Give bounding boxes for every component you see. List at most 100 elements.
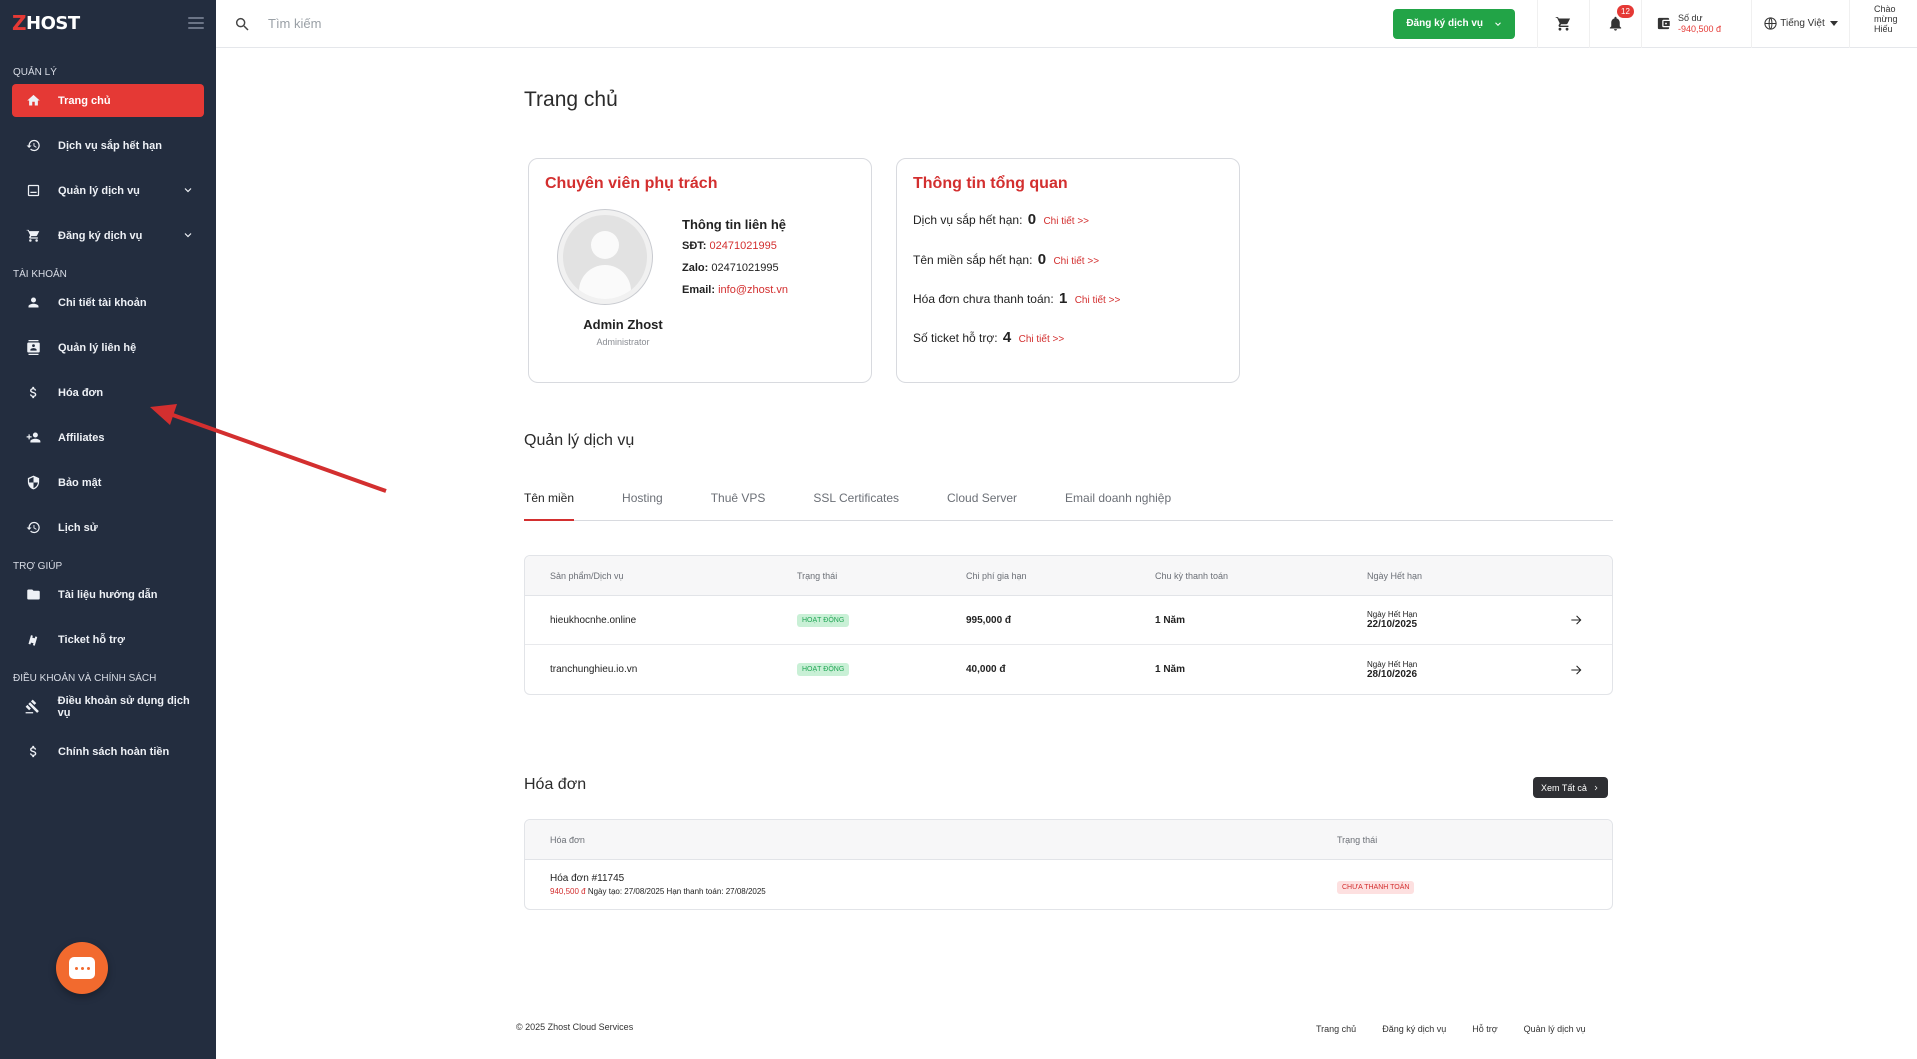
phone-label: SĐT: (682, 240, 707, 252)
sidebar-item-refund-policy[interactable]: Chính sách hoàn tiền (12, 735, 204, 768)
search-input[interactable] (268, 16, 568, 31)
footer-link-support[interactable]: Hỗ trợ (1472, 1024, 1497, 1034)
cart-button[interactable] (1537, 0, 1589, 48)
sidebar-item-label: Chi tiết tài khoản (58, 296, 147, 309)
tab-domains[interactable]: Tên miền (524, 490, 575, 521)
user-icon (18, 295, 48, 310)
phone-value[interactable]: 02471021995 (710, 240, 777, 252)
sidebar-item-home[interactable]: Trang chủ (12, 84, 204, 117)
sidebar-item-history[interactable]: Lịch sử (12, 511, 204, 544)
detail-link[interactable]: Chi tiết >> (1053, 256, 1099, 267)
contact-email: Email: info@zhost.vn (682, 284, 788, 296)
arrow-right-icon[interactable] (1547, 613, 1607, 627)
agent-card: Chuyên viên phụ trách Admin Zhost Admini… (528, 158, 872, 383)
dollar-icon (18, 385, 48, 400)
detail-link[interactable]: Chi tiết >> (1075, 295, 1121, 306)
sidebar-item-account-details[interactable]: Chi tiết tài khoản (12, 286, 204, 319)
invoice-amount: 940,500 đ (550, 887, 586, 896)
invoices-section-title: Hóa đơn (524, 776, 587, 793)
sidebar-item-label: Chính sách hoàn tiền (58, 745, 170, 758)
logo-mark: Z (12, 11, 27, 35)
tab-business-email[interactable]: Email doanh nghiệp (1065, 490, 1171, 521)
greeting-line: mừng (1874, 13, 1898, 24)
footer-link-home[interactable]: Trang chủ (1316, 1024, 1356, 1034)
sidebar-item-invoices[interactable]: Hóa đơn (12, 376, 204, 409)
status-badge: HOẠT ĐỘNG (797, 663, 850, 676)
overview-label: Tên miền sắp hết hạn: (913, 253, 1033, 267)
tab-cloud-server[interactable]: Cloud Server (947, 490, 1017, 521)
tab-vps[interactable]: Thuê VPS (711, 490, 766, 521)
chat-widget-button[interactable] (56, 942, 108, 994)
sidebar-item-manage-services[interactable]: Quản lý dịch vụ (12, 174, 204, 207)
sidebar-item-expiring-services[interactable]: Dịch vụ sắp hết hạn (12, 129, 204, 162)
table-row[interactable]: tranchunghieu.io.vn HOẠT ĐỘNG 40,000 đ 1… (525, 645, 1612, 694)
cart-icon (1555, 16, 1571, 31)
history-icon (18, 138, 48, 153)
gavel-icon (18, 699, 48, 714)
overview-label: Hóa đơn chưa thanh toán: (913, 292, 1054, 306)
tab-hosting[interactable]: Hosting (622, 490, 663, 521)
register-service-button[interactable]: Đăng ký dịch vụ (1393, 8, 1515, 39)
footer-link-manage-services[interactable]: Quản lý dịch vụ (1524, 1024, 1586, 1034)
folder-icon (18, 587, 48, 602)
section-title-manage: QUẢN LÝ (13, 67, 57, 78)
chevron-down-icon (182, 229, 194, 244)
email-link[interactable]: info@zhost.vn (718, 284, 788, 296)
notifications-button[interactable]: 12 (1589, 0, 1641, 48)
chevron-right-icon (1594, 785, 1598, 790)
column-header: Hóa đơn (550, 834, 585, 845)
product-name: tranchunghieu.io.vn (550, 664, 638, 675)
column-header: Trạng thái (797, 570, 838, 581)
sidebar-item-security[interactable]: Bảo mật (12, 466, 204, 499)
detail-link[interactable]: Chi tiết >> (1019, 334, 1065, 345)
table-row[interactable]: Hóa đơn #11745 940,500 đ Ngày tạo: 27/08… (525, 860, 1612, 909)
language-selector[interactable]: Tiếng Việt (1751, 0, 1849, 48)
logo-text: HOST (26, 12, 80, 34)
sidebar-item-docs[interactable]: Tài liệu hướng dẫn (12, 578, 204, 611)
bell-icon (1609, 16, 1622, 31)
balance-widget[interactable]: Số dư -940,500 đ (1641, 0, 1751, 48)
detail-link[interactable]: Chi tiết >> (1043, 216, 1089, 227)
sidebar-item-contacts[interactable]: Quản lý liên hệ (12, 331, 204, 364)
greeting-line: Chào (1874, 3, 1896, 14)
overview-card: Thông tin tổng quan Dịch vụ sắp hết hạn:… (896, 158, 1240, 383)
view-all-label: Xem Tất cả (1541, 782, 1587, 793)
expiry-date: 22/10/2025 (1367, 619, 1418, 630)
table-row[interactable]: hieukhocnhe.online HOẠT ĐỘNG 995,000 đ 1… (525, 596, 1612, 645)
overview-item-expiring-services: Dịch vụ sắp hết hạn: 0 Chi tiết >> (913, 211, 1089, 228)
contacts-icon (18, 340, 48, 355)
sidebar-item-label: Ticket hỗ trợ (58, 633, 125, 646)
sidebar-item-affiliates[interactable]: Affiliates (12, 421, 204, 454)
sidebar: Z HOST QUẢN LÝ Trang chủ Dịch vụ sắp hết … (0, 0, 216, 1059)
ticket-icon (18, 632, 48, 647)
invoice-name: Hóa đơn #11745 (550, 873, 625, 884)
section-title-terms: ĐIỀU KHOẢN VÀ CHÍNH SÁCH (13, 673, 157, 684)
wallet-icon (1657, 17, 1670, 30)
sidebar-item-label: Điều khoản sử dụng dịch vụ (57, 694, 190, 719)
sidebar-item-support-ticket[interactable]: Ticket hỗ trợ (12, 623, 204, 656)
overview-item-support-tickets: Số ticket hỗ trợ: 4 Chi tiết >> (913, 329, 1064, 346)
services-section-title: Quản lý dịch vụ (524, 432, 635, 449)
register-service-label: Đăng ký dịch vụ (1406, 18, 1483, 29)
zalo-value: 02471021995 (711, 262, 779, 274)
arrow-right-icon[interactable] (1547, 663, 1607, 677)
agent-name: Admin Zhost (583, 317, 663, 332)
view-all-invoices-button[interactable]: Xem Tất cả (1533, 777, 1608, 798)
footer-link-register[interactable]: Đăng ký dịch vụ (1382, 1024, 1446, 1034)
overview-label: Dịch vụ sắp hết hạn: (913, 213, 1023, 227)
brand-logo[interactable]: Z HOST (12, 11, 80, 35)
overview-item-expiring-domains: Tên miền sắp hết hạn: 0 Chi tiết >> (913, 251, 1099, 268)
user-greeting[interactable]: Chào mừng Hiếu (1849, 0, 1917, 48)
tab-ssl[interactable]: SSL Certificates (813, 490, 899, 521)
sidebar-item-terms-of-use[interactable]: Điều khoản sử dụng dịch vụ (12, 690, 204, 723)
sidebar-item-label: Affiliates (58, 431, 105, 444)
chat-icon (69, 957, 95, 979)
page-title: Trang chủ (524, 88, 618, 111)
menu-toggle-icon[interactable] (188, 17, 204, 29)
globe-icon (1764, 17, 1777, 30)
sidebar-item-label: Trang chủ (58, 94, 111, 107)
sidebar-item-register-services[interactable]: Đăng ký dịch vụ (12, 219, 204, 252)
search-icon[interactable] (234, 16, 250, 32)
sidebar-item-label: Dịch vụ sắp hết hạn (58, 139, 162, 152)
overview-label: Số ticket hỗ trợ: (913, 331, 998, 345)
